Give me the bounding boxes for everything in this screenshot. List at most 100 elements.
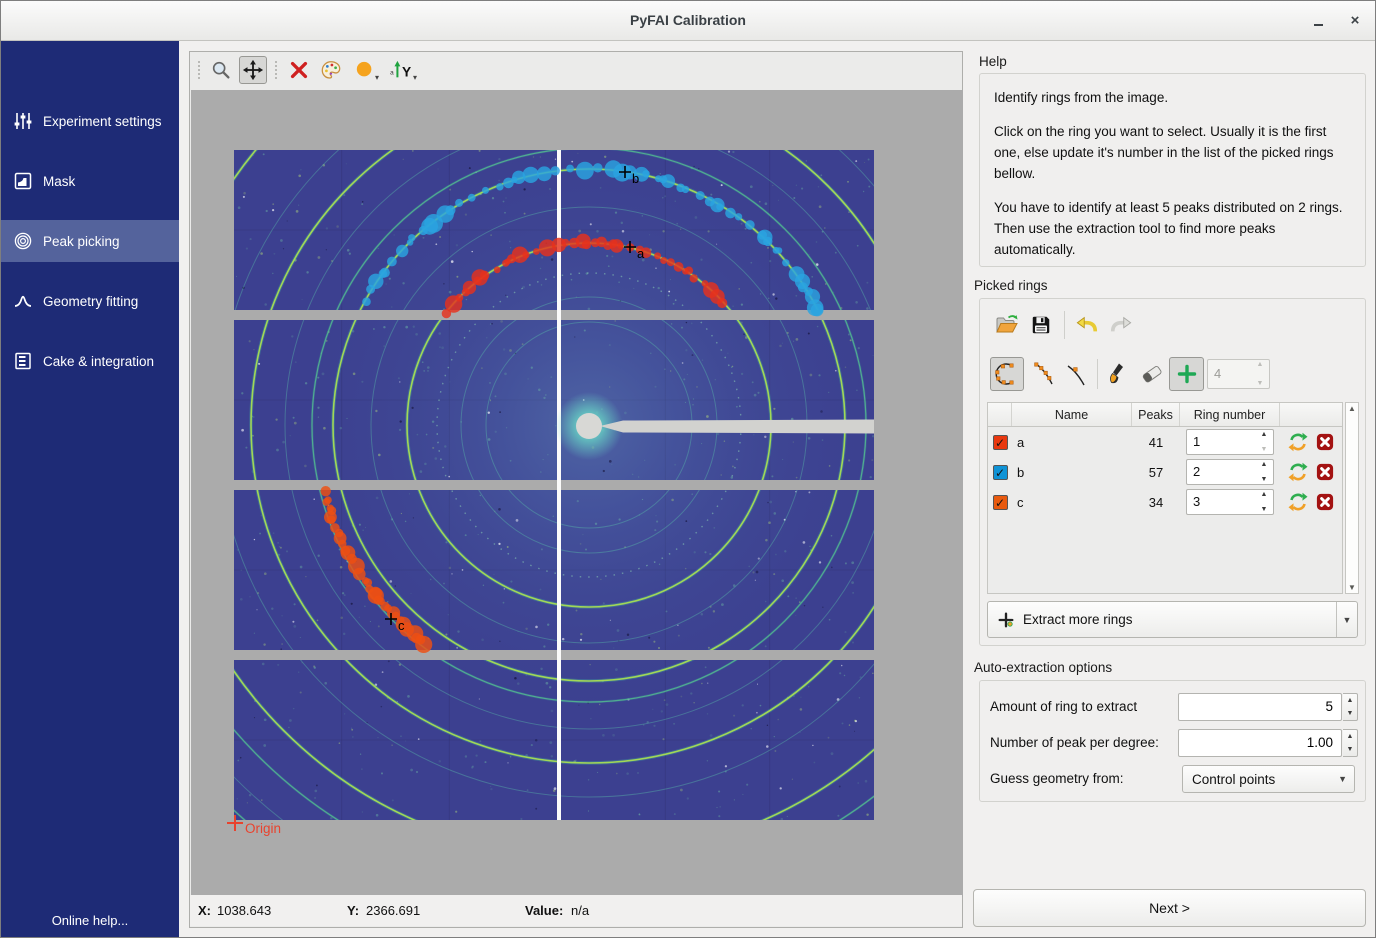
plot-toolbar: ▾ aY ▾ [190, 52, 962, 89]
status-x-label: X: [198, 903, 211, 918]
extract-more-rings-button[interactable]: Extract more rings ▼ [987, 601, 1358, 638]
ring-name: a [1012, 435, 1132, 450]
brush-tool[interactable] [1102, 357, 1134, 391]
sidebar-item-mask[interactable]: Mask [1, 160, 179, 202]
undo-arrow-icon [1074, 314, 1100, 336]
header-enabled [988, 403, 1012, 426]
toolbar-drag-handle[interactable] [274, 60, 279, 80]
toolbar-separator [1097, 359, 1098, 389]
point-select-tool[interactable] [1061, 357, 1093, 391]
spin-down-icon[interactable]: ▼ [1261, 476, 1268, 483]
scroll-down-icon[interactable]: ▼ [1346, 583, 1358, 592]
ring-row-a: ✓a411▲▼ [988, 427, 1342, 457]
picked-rings-table: Name Peaks Ring number ✓a411▲▼✓b572▲▼✓c3… [987, 402, 1343, 594]
ring-enabled-checkbox[interactable]: ✓ [993, 495, 1008, 510]
svg-text:b: b [632, 171, 639, 186]
table-scrollbar[interactable]: ▲ ▼ [1345, 402, 1359, 594]
spin-down-icon[interactable]: ▼ [1261, 446, 1268, 453]
auto-extraction-box: Amount of ring to extract 5 ▲▼ Number of… [979, 680, 1366, 802]
spin-up-icon[interactable]: ▲ [1347, 733, 1354, 740]
spin-down-icon[interactable]: ▼ [1261, 506, 1268, 513]
spin-down-icon[interactable]: ▼ [1257, 380, 1264, 387]
undo-button[interactable] [1072, 311, 1102, 339]
sidebar-item-geometry-fitting[interactable]: Geometry fitting [1, 280, 179, 322]
ring-number-spinbox[interactable]: 1 ▲ ▼ [1186, 429, 1274, 455]
arc-select-tool[interactable] [1028, 357, 1060, 391]
zoom-reset-button[interactable] [285, 56, 313, 84]
open-folder-icon [994, 313, 1020, 337]
save-rings-button[interactable] [1026, 311, 1056, 339]
redo-button[interactable] [1106, 311, 1136, 339]
ring-amount-spinbox[interactable]: 5 [1178, 693, 1342, 721]
pan-arrows-icon [242, 59, 264, 81]
magnifier-icon [210, 59, 232, 81]
spin-down-icon[interactable]: ▼ [1347, 710, 1354, 717]
svg-text:a: a [637, 246, 645, 261]
svg-text:Origin: Origin [245, 821, 281, 836]
spin-up-icon[interactable]: ▲ [1347, 697, 1354, 704]
help-group-title: Help [979, 54, 1007, 69]
next-button-label: Next > [1149, 900, 1190, 916]
delete-ring-button[interactable] [1316, 463, 1334, 481]
ring-number-spinbox[interactable]: 3▲▼ [1186, 489, 1274, 515]
spin-up-icon[interactable]: ▲ [1261, 461, 1268, 468]
concentric-rings-icon [12, 231, 34, 251]
help-paragraph: Click on the ring you want to select. Us… [994, 121, 1351, 184]
picked-rings-group-title: Picked rings [974, 278, 1048, 293]
delete-ring-button[interactable] [1316, 493, 1334, 511]
load-rings-button[interactable] [992, 311, 1022, 339]
peaks-per-degree-spinbox[interactable]: 1.00 [1178, 729, 1342, 757]
header-name: Name [1012, 403, 1132, 426]
ring-amount-spin-arrows[interactable]: ▲▼ [1343, 693, 1358, 721]
guess-geometry-combobox[interactable]: Control points ▼ [1182, 765, 1355, 793]
sidebar-item-cake-integration[interactable]: Cake & integration [1, 340, 179, 382]
sidebar-item-experiment-settings[interactable]: Experiment settings [1, 100, 179, 142]
spin-down-icon[interactable]: ▼ [1347, 746, 1354, 753]
y-axis-orientation-button[interactable]: aY ▾ [385, 56, 419, 84]
status-y-label: Y: [347, 903, 359, 918]
spin-up-icon[interactable]: ▲ [1261, 491, 1268, 498]
minimize-button[interactable] [1307, 9, 1331, 33]
status-x-value: 1038.643 [217, 903, 271, 918]
svg-text:c: c [398, 618, 405, 633]
colormap-button[interactable] [317, 56, 345, 84]
help-paragraph: Identify rings from the image. [994, 87, 1351, 108]
ring-number-value: 1 [1193, 434, 1200, 449]
pan-mode-button[interactable] [239, 56, 267, 84]
diffraction-image[interactable]: a b c Origin [191, 90, 963, 897]
refresh-ring-button[interactable] [1288, 492, 1308, 512]
pyfai-calibration-window: PyFAI Calibration × Experiment settings M… [0, 0, 1376, 938]
spin-up-icon[interactable]: ▲ [1261, 431, 1268, 438]
delete-ring-button[interactable] [1316, 433, 1334, 451]
sidebar-item-peak-picking[interactable]: Peak picking [1, 220, 179, 262]
refresh-ring-button[interactable] [1288, 432, 1308, 452]
next-button[interactable]: Next > [973, 889, 1366, 927]
zoom-mode-button[interactable] [207, 56, 235, 84]
beamstop-arm [600, 420, 874, 434]
refresh-ring-button[interactable] [1288, 462, 1308, 482]
new-ring-number-value: 4 [1214, 366, 1221, 381]
sidebar-item-label: Geometry fitting [43, 294, 138, 309]
extract-dropdown-arrow[interactable]: ▼ [1336, 602, 1357, 637]
ring-enabled-checkbox[interactable]: ✓ [993, 435, 1008, 450]
new-ring-number-spinbox[interactable]: 4 ▲ ▼ [1207, 359, 1270, 389]
add-ring-button[interactable] [1169, 357, 1204, 391]
ring-number-spinbox[interactable]: 2▲▼ [1186, 459, 1274, 485]
spin-up-icon[interactable]: ▲ [1257, 361, 1264, 368]
eraser-tool[interactable] [1136, 357, 1168, 391]
chevron-down-icon: ▾ [375, 73, 379, 82]
help-box: Identify rings from the image. Click on … [979, 73, 1366, 267]
header-actions [1280, 403, 1342, 426]
header-ring-number: Ring number [1180, 403, 1280, 426]
guess-geometry-label: Guess geometry from: [990, 771, 1124, 786]
toolbar-drag-handle[interactable] [197, 60, 202, 80]
mask-display-button[interactable]: ▾ [349, 56, 381, 84]
online-help-link[interactable]: Online help... [1, 913, 179, 928]
ring-select-tool[interactable] [990, 357, 1024, 391]
close-button[interactable]: × [1343, 9, 1367, 33]
ring-enabled-checkbox[interactable]: ✓ [993, 465, 1008, 480]
arc-tool-icon [1031, 361, 1057, 387]
scroll-up-icon[interactable]: ▲ [1346, 404, 1358, 413]
titlebar[interactable]: PyFAI Calibration × [1, 1, 1375, 41]
peaks-per-degree-spin-arrows[interactable]: ▲▼ [1343, 729, 1358, 757]
